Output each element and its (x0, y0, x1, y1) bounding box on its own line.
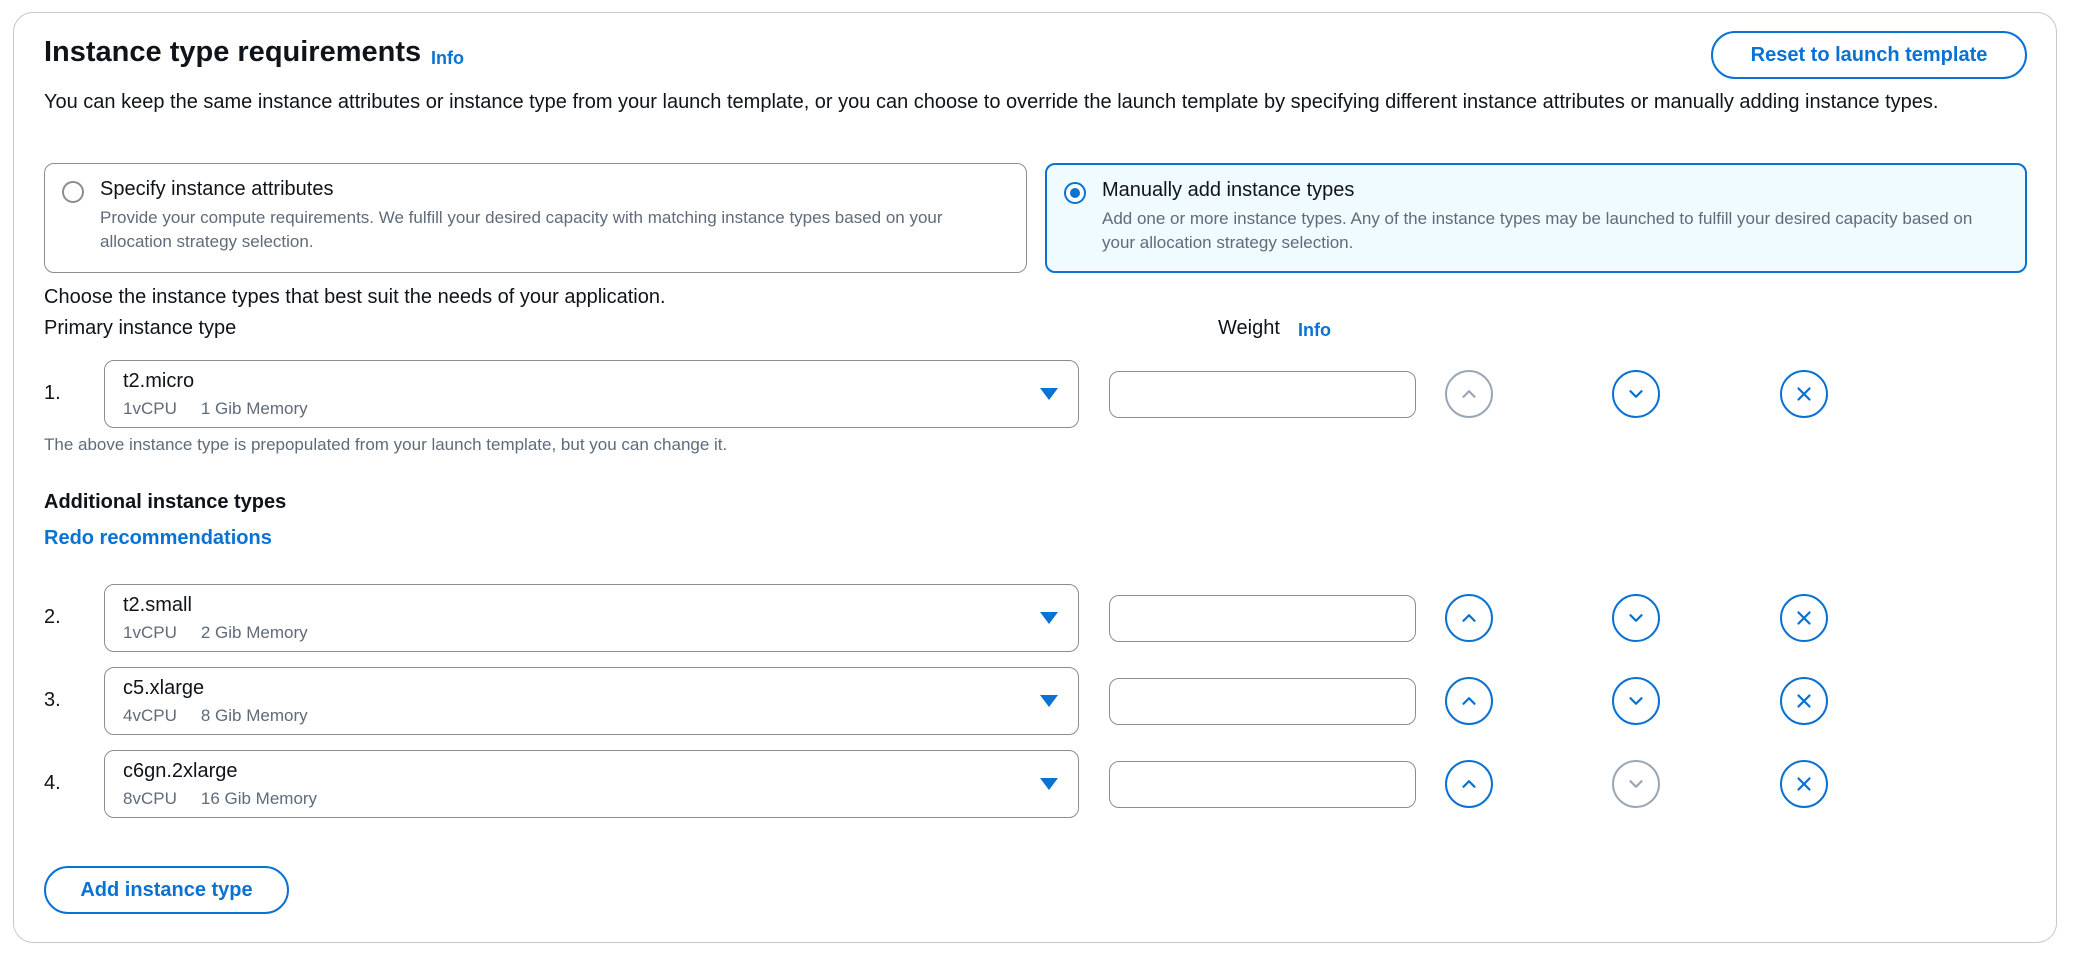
move-up-button[interactable] (1445, 760, 1493, 808)
instance-type-select[interactable]: c6gn.2xlarge 8vCPU 16 Gib Memory (104, 750, 1079, 818)
remove-button[interactable] (1780, 677, 1828, 725)
row-number: 2. (44, 606, 61, 628)
weight-input[interactable] (1109, 761, 1416, 808)
chevron-down-icon (1629, 390, 1643, 398)
row-number: 3. (44, 689, 61, 711)
close-icon (1797, 387, 1811, 401)
instance-type-specs: 4vCPU 8 Gib Memory (123, 706, 308, 726)
vcpu-value: 1vCPU (123, 399, 177, 418)
move-up-button[interactable] (1445, 677, 1493, 725)
remove-button[interactable] (1780, 760, 1828, 808)
chevron-up-icon (1462, 780, 1476, 788)
primary-help-text: The above instance type is prepopulated … (44, 435, 728, 454)
radio-specify-attributes[interactable] (62, 181, 84, 203)
option-label: Manually add instance types (1102, 179, 1355, 201)
instance-type-name: t2.micro (123, 370, 195, 392)
page-title: Instance type requirements (44, 36, 422, 68)
remove-button[interactable] (1780, 594, 1828, 642)
row-number: 4. (44, 772, 61, 794)
move-down-button[interactable] (1612, 760, 1660, 808)
vcpu-value: 4vCPU (123, 706, 177, 725)
option-description: Add one or more instance types. Any of t… (1102, 209, 1973, 252)
choose-instance-types-text: Choose the instance types that best suit… (44, 286, 666, 308)
instance-type-specs: 1vCPU 1 Gib Memory (123, 399, 308, 419)
close-icon (1797, 694, 1811, 708)
close-icon (1797, 777, 1811, 791)
chevron-up-icon (1462, 390, 1476, 398)
instance-type-name: t2.small (123, 594, 192, 616)
chevron-down-icon (1629, 697, 1643, 705)
chevron-up-icon (1462, 614, 1476, 622)
move-down-button[interactable] (1612, 677, 1660, 725)
option-manually-add-instance-types[interactable]: Manually add instance types Add one or m… (1045, 163, 2027, 273)
instance-type-specs: 8vCPU 16 Gib Memory (123, 789, 317, 809)
caret-down-icon (1040, 695, 1058, 707)
memory-value: 1 Gib Memory (200, 399, 308, 418)
section-description: You can keep the same instance attribute… (44, 91, 1939, 113)
radio-manually-add[interactable] (1064, 182, 1086, 204)
add-instance-type-button[interactable]: Add instance type (44, 866, 289, 914)
weight-input[interactable] (1109, 595, 1416, 642)
vcpu-value: 8vCPU (123, 789, 177, 808)
option-specify-instance-attributes[interactable]: Specify instance attributes Provide your… (44, 163, 1027, 273)
move-down-button[interactable] (1612, 594, 1660, 642)
reset-to-launch-template-button[interactable]: Reset to launch template (1711, 31, 2027, 79)
additional-instance-types-heading: Additional instance types (44, 491, 287, 513)
title-info-link[interactable]: Info (431, 48, 464, 69)
instance-type-select[interactable]: c5.xlarge 4vCPU 8 Gib Memory (104, 667, 1079, 735)
remove-button[interactable] (1780, 370, 1828, 418)
memory-value: 16 Gib Memory (200, 789, 318, 808)
option-label: Specify instance attributes (100, 178, 334, 200)
move-up-button[interactable] (1445, 594, 1493, 642)
instance-type-name: c5.xlarge (123, 677, 205, 699)
instance-type-select[interactable]: t2.micro 1vCPU 1 Gib Memory (104, 360, 1079, 428)
weight-info-link[interactable]: Info (1298, 320, 1331, 341)
chevron-down-icon (1629, 614, 1643, 622)
vcpu-value: 1vCPU (123, 623, 177, 642)
instance-type-select[interactable]: t2.small 1vCPU 2 Gib Memory (104, 584, 1079, 652)
weight-input[interactable] (1109, 371, 1416, 418)
instance-type-specs: 1vCPU 2 Gib Memory (123, 623, 308, 643)
caret-down-icon (1040, 388, 1058, 400)
close-icon (1797, 611, 1811, 625)
instance-type-name: c6gn.2xlarge (123, 760, 238, 782)
memory-value: 2 Gib Memory (200, 623, 308, 642)
caret-down-icon (1040, 612, 1058, 624)
move-up-button[interactable] (1445, 370, 1493, 418)
weight-input[interactable] (1109, 678, 1416, 725)
row-number: 1. (44, 382, 61, 404)
chevron-down-icon (1629, 780, 1643, 788)
move-down-button[interactable] (1612, 370, 1660, 418)
primary-instance-type-label: Primary instance type (44, 317, 237, 339)
memory-value: 8 Gib Memory (200, 706, 308, 725)
redo-recommendations-link[interactable]: Redo recommendations (44, 527, 272, 550)
chevron-up-icon (1462, 697, 1476, 705)
option-description: Provide your compute requirements. We fu… (100, 208, 943, 251)
caret-down-icon (1040, 778, 1058, 790)
weight-label: Weight (1218, 317, 1280, 339)
